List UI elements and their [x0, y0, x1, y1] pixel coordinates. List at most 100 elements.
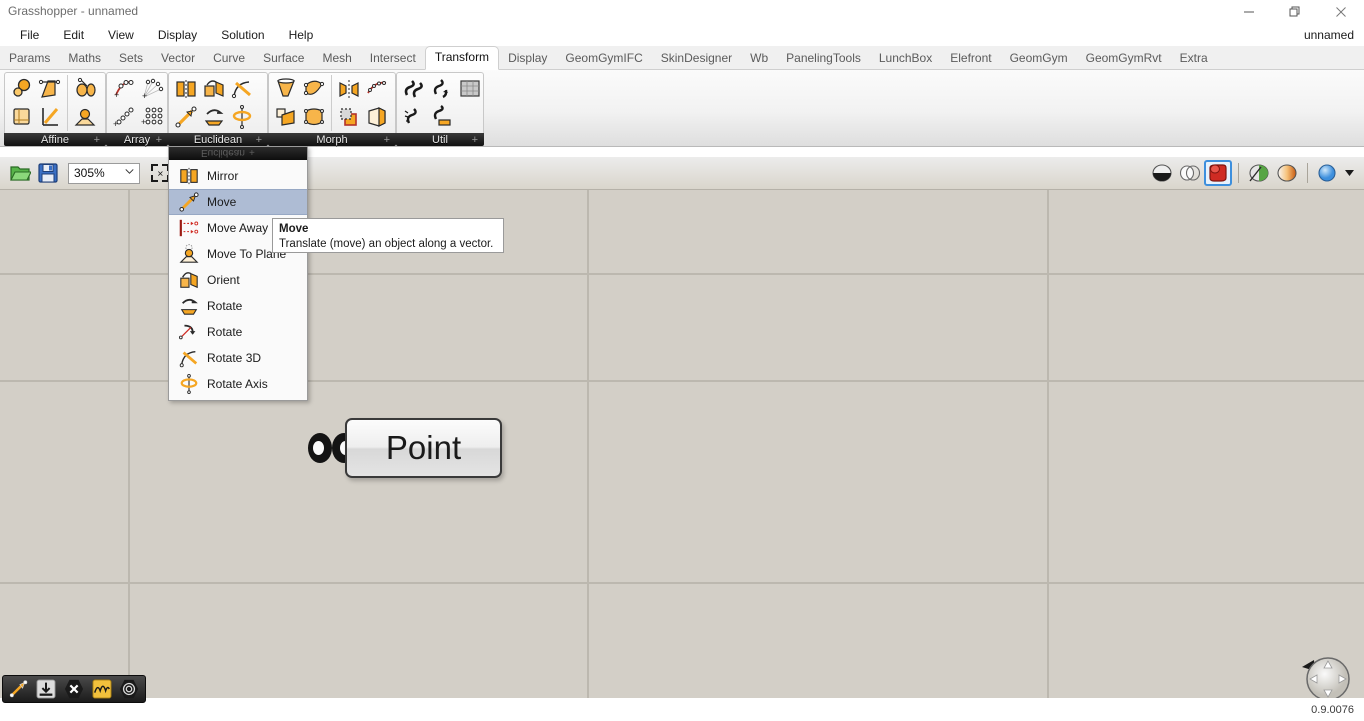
mirror-icon[interactable]: [172, 75, 200, 103]
close-button[interactable]: [1318, 0, 1364, 24]
preview-shaded-icon[interactable]: [1148, 160, 1176, 186]
component-output-port[interactable]: [308, 433, 332, 463]
menu-display[interactable]: Display: [146, 26, 209, 44]
preview-gradient-icon[interactable]: [1273, 160, 1301, 186]
menu-item-orient[interactable]: Orient: [169, 267, 307, 293]
tab-geomgymrvt[interactable]: GeomGymRvt: [1077, 47, 1171, 70]
ribbon-group-array-expander[interactable]: +: [156, 135, 162, 146]
menu-item-rotate-3d[interactable]: Rotate 3D: [169, 345, 307, 371]
ribbon-group-affine-label[interactable]: Affine +: [4, 133, 106, 146]
ribbon-group-util-expander[interactable]: +: [472, 135, 478, 146]
box-mapping-icon[interactable]: [8, 103, 36, 131]
tab-panelingtools[interactable]: PanelingTools: [777, 47, 870, 70]
menu-item-rotate-2-label: Rotate: [207, 325, 243, 339]
zoom-level-select[interactable]: 305%: [68, 162, 140, 184]
maximize-button[interactable]: [1272, 0, 1318, 24]
transform-compound-icon[interactable]: [400, 75, 428, 103]
flow-icon[interactable]: [300, 103, 328, 131]
ribbon-group-util-label[interactable]: Util +: [396, 133, 484, 146]
blend-box-icon[interactable]: [363, 103, 391, 131]
grid-line-vertical: [1047, 190, 1049, 698]
rotate-icon[interactable]: [200, 103, 228, 131]
transform-to-plane-icon[interactable]: [428, 103, 456, 131]
orient-icon[interactable]: [200, 75, 228, 103]
grid-line-horizontal: [0, 582, 1364, 584]
tab-intersect[interactable]: Intersect: [361, 47, 425, 70]
menu-file[interactable]: File: [8, 26, 51, 44]
menu-item-move[interactable]: Move: [169, 189, 307, 215]
menu-item-rotate-2[interactable]: Rotate: [169, 319, 307, 345]
project-icon[interactable]: [71, 103, 99, 131]
tab-elefront[interactable]: Elefront: [941, 47, 1000, 70]
array-curve-icon[interactable]: +: [110, 75, 138, 103]
component-body[interactable]: Point: [345, 418, 502, 478]
scale-nu-icon[interactable]: [36, 75, 64, 103]
transform-inverse-icon[interactable]: [428, 75, 456, 103]
tab-curve[interactable]: Curve: [204, 47, 254, 70]
move-icon[interactable]: [172, 103, 200, 131]
array-linear-icon[interactable]: +: [110, 103, 138, 131]
preview-wireframe-icon[interactable]: [1176, 160, 1204, 186]
move-cursor-icon[interactable]: [6, 677, 32, 701]
dropdown-header[interactable]: Euclidean +: [169, 147, 307, 160]
rotate-3d-icon[interactable]: [228, 75, 256, 103]
preview-sphere-dropdown-arrow[interactable]: [1342, 160, 1356, 186]
menu-help[interactable]: Help: [277, 26, 326, 44]
ribbon-group-affine-expander[interactable]: +: [94, 135, 100, 146]
array-polar-icon[interactable]: +: [138, 75, 166, 103]
scale-2d-icon[interactable]: [71, 75, 99, 103]
download-icon[interactable]: [34, 677, 60, 701]
rotate-axis-icon[interactable]: [228, 103, 256, 131]
tab-surface[interactable]: Surface: [254, 47, 313, 70]
splop-icon[interactable]: [363, 75, 391, 103]
tab-lunchbox[interactable]: LunchBox: [870, 47, 941, 70]
ribbon-group-morph-label[interactable]: Morph +: [268, 133, 396, 146]
array-rectangular-icon[interactable]: +: [138, 103, 166, 131]
save-file-button[interactable]: [34, 160, 62, 186]
menu-item-mirror[interactable]: Mirror: [169, 163, 307, 189]
tab-vector[interactable]: Vector: [152, 47, 204, 70]
transform-matrix-icon[interactable]: [456, 75, 484, 103]
ribbon-group-morph-expander[interactable]: +: [384, 135, 390, 146]
bend-icon[interactable]: [272, 103, 300, 131]
tab-params[interactable]: Params: [0, 47, 59, 70]
menu-view[interactable]: View: [96, 26, 146, 44]
ribbon-group-euclidean-label[interactable]: Euclidean +: [168, 133, 268, 146]
transform-split-icon[interactable]: [400, 103, 428, 131]
menu-item-rotate[interactable]: Rotate: [169, 293, 307, 319]
menu-item-mirror-label: Mirror: [207, 169, 239, 183]
preview-off-icon[interactable]: [1204, 160, 1232, 186]
tooltip: Move Translate (move) an object along a …: [272, 218, 504, 253]
preview-mesh-icon[interactable]: [1245, 160, 1273, 186]
surface-morph-icon[interactable]: [300, 75, 328, 103]
menu-item-rotate-axis[interactable]: Rotate Axis: [169, 371, 307, 397]
tab-extra[interactable]: Extra: [1171, 47, 1217, 70]
tab-geomgymifc[interactable]: GeomGymIFC: [556, 47, 651, 70]
wire-display-icon[interactable]: [89, 677, 115, 701]
ribbon-group-array-label[interactable]: Array +: [106, 133, 168, 146]
box-morph-icon[interactable]: [335, 103, 363, 131]
open-file-button[interactable]: [6, 160, 34, 186]
menu-edit[interactable]: Edit: [51, 26, 96, 44]
scale-icon[interactable]: [8, 75, 36, 103]
shear-icon[interactable]: [36, 103, 64, 131]
tab-mesh[interactable]: Mesh: [313, 47, 360, 70]
mirror-morph-icon[interactable]: [335, 75, 363, 103]
tab-geomgym[interactable]: GeomGym: [1001, 47, 1077, 70]
preview-sphere-icon[interactable]: [1314, 160, 1342, 186]
cancel-icon[interactable]: [61, 677, 87, 701]
taper-icon[interactable]: [272, 75, 300, 103]
tab-wb[interactable]: Wb: [741, 47, 777, 70]
minimize-button[interactable]: [1226, 0, 1272, 24]
tab-sets[interactable]: Sets: [110, 47, 152, 70]
tab-skindesigner[interactable]: SkinDesigner: [652, 47, 741, 70]
nested-hexagon-icon[interactable]: [116, 677, 142, 701]
dropdown-header-expander[interactable]: +: [249, 148, 255, 159]
tab-transform[interactable]: Transform: [424, 46, 500, 70]
dropdown-list: Mirror Move Move Away From Move To Plane…: [169, 160, 307, 400]
menu-solution[interactable]: Solution: [209, 26, 276, 44]
zoom-level-value: 305%: [74, 166, 105, 180]
tab-maths[interactable]: Maths: [59, 47, 110, 70]
tab-display[interactable]: Display: [499, 47, 556, 70]
ribbon-group-euclidean-expander[interactable]: +: [256, 135, 262, 146]
